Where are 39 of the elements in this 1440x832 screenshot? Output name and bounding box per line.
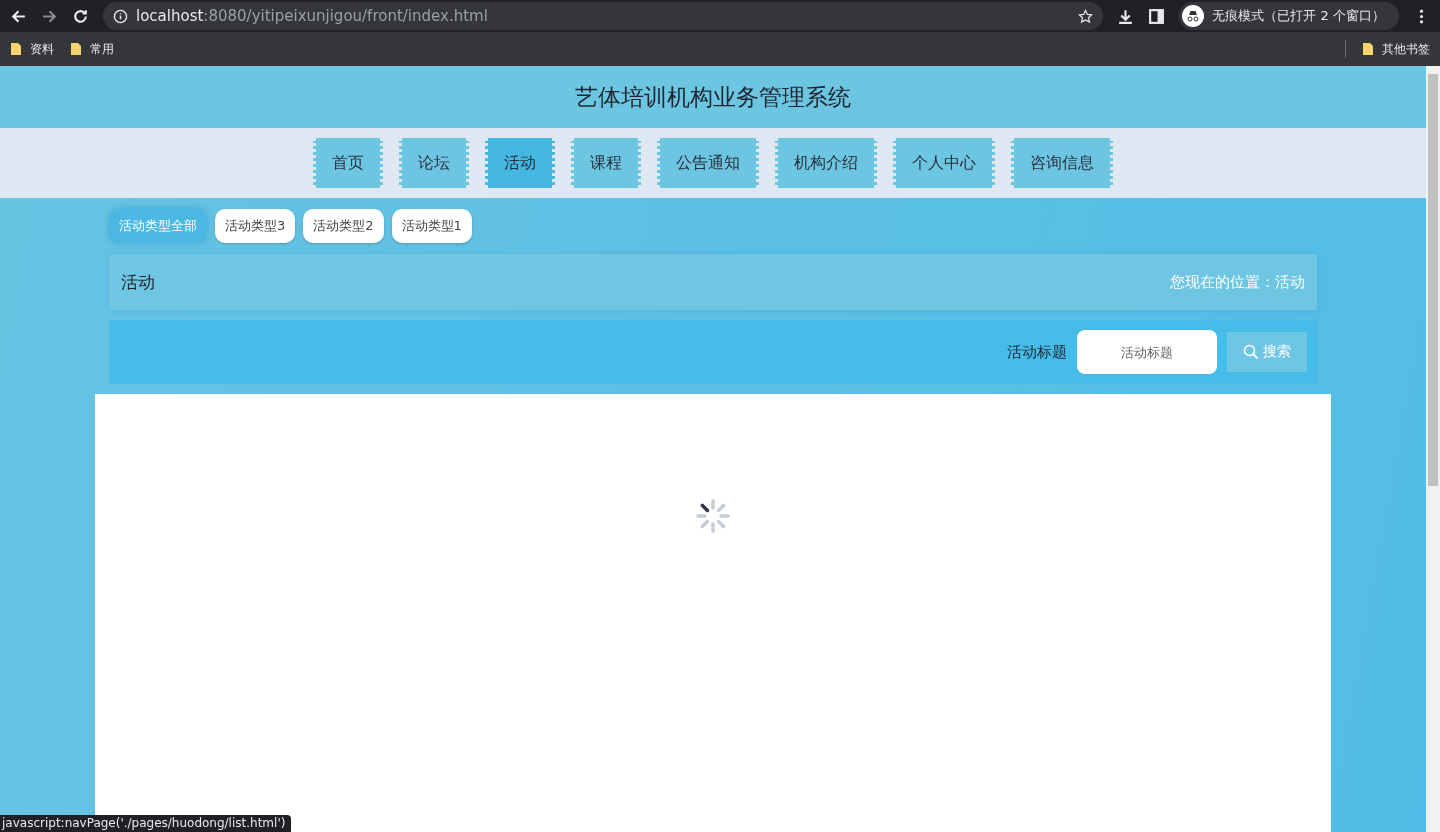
breadcrumb-location: 您现在的位置：活动 (1170, 272, 1305, 292)
nav-tab[interactable]: 活动 (485, 138, 555, 188)
nav-tab[interactable]: 机构介绍 (775, 138, 877, 188)
info-icon (113, 8, 128, 24)
bookmark-label: 常用 (90, 40, 114, 58)
category-chip[interactable]: 活动类型2 (303, 209, 384, 243)
incognito-label: 无痕模式（已打开 2 个窗口） (1212, 7, 1385, 25)
download-icon[interactable] (1117, 7, 1135, 25)
nav-tab[interactable]: 首页 (313, 138, 383, 188)
folder-icon (70, 42, 82, 56)
bookmark[interactable]: 常用 (70, 40, 114, 58)
category-chip[interactable]: 活动类型1 (391, 209, 472, 243)
nav-tab[interactable]: 课程 (571, 138, 641, 188)
incognito-badge[interactable]: 无痕模式（已打开 2 个窗口） (1179, 2, 1399, 30)
incognito-icon (1182, 5, 1205, 27)
folder-icon (1362, 42, 1374, 56)
scrollbar[interactable] (1426, 66, 1440, 832)
bookmark-label: 其他书签 (1382, 40, 1430, 58)
status-url: javascript:navPage('./pages/huodong/list.html') (0, 815, 292, 832)
nav-tab[interactable]: 论坛 (399, 138, 469, 188)
search-field[interactable]: 活动标题 (1077, 330, 1217, 374)
bookmark[interactable]: 资料 (10, 40, 54, 58)
nav-tab[interactable]: 咨询信息 (1011, 138, 1113, 188)
star-icon[interactable] (1078, 8, 1094, 24)
bookmark-label: 资料 (30, 40, 54, 58)
loading-spinner-icon (695, 498, 731, 534)
bookmark[interactable]: 其他书签 (1362, 40, 1430, 58)
nav-tab[interactable]: 个人中心 (893, 138, 995, 188)
page-heading: 活动 (121, 270, 155, 294)
address-bar[interactable]: localhost:8080/yitipeixunjigou/front/index.html (103, 2, 1104, 30)
search-label: 活动标题 (1007, 342, 1067, 362)
side-panel-icon[interactable] (1148, 7, 1166, 25)
folder-icon (10, 42, 22, 56)
nav-tab[interactable]: 公告通知 (657, 138, 759, 188)
search-icon (1243, 344, 1259, 360)
reload-icon[interactable] (72, 7, 89, 25)
category-chip[interactable]: 活动类型3 (215, 209, 296, 243)
url-text: localhost:8080/yitipeixunjigou/front/index.html (136, 7, 489, 25)
site-title: 艺体培训机构业务管理系统 (575, 82, 851, 112)
